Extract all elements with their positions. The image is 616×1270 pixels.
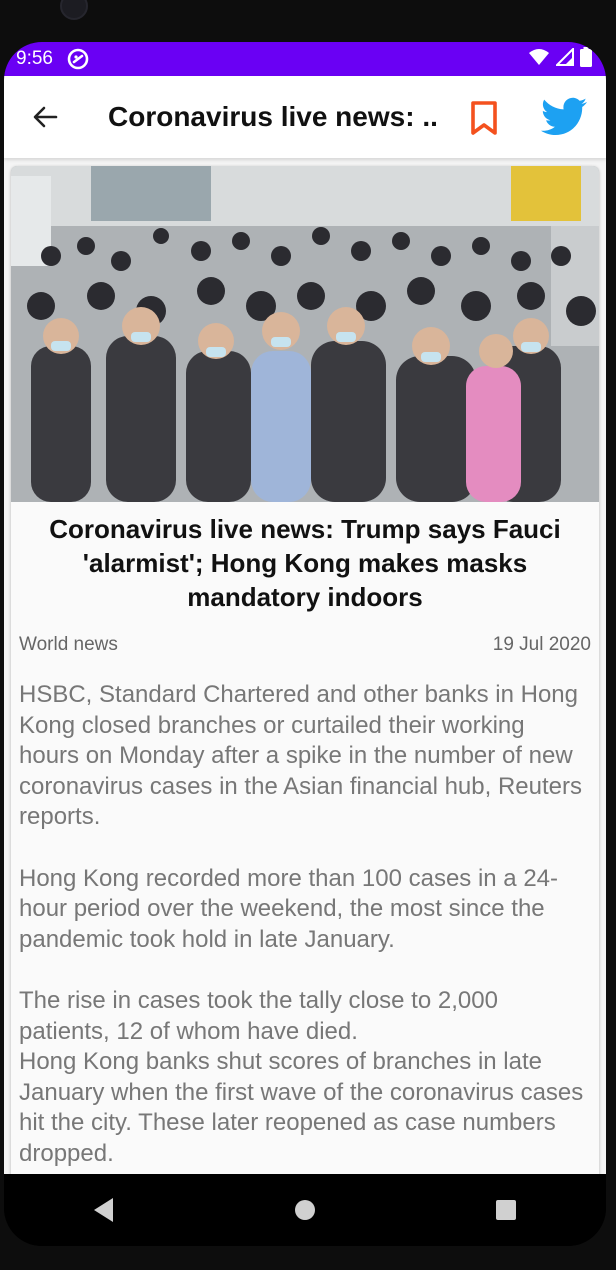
app-notification-icon	[67, 48, 89, 70]
battery-icon	[580, 46, 592, 72]
arrow-left-icon[interactable]	[30, 102, 60, 132]
status-icons	[528, 46, 592, 72]
article-headline: Coronavirus live news: Trump says Fauci …	[49, 514, 561, 612]
page-title: Coronavirus live news: ...	[108, 101, 438, 132]
article-section: World news	[19, 634, 118, 655]
status-bar: 9:56	[4, 42, 606, 76]
wifi-icon	[528, 48, 550, 71]
front-camera	[60, 0, 88, 20]
app-bar: Coronavirus live news: ...	[4, 76, 606, 158]
article-body: HSBC, Standard Chartered and other banks…	[19, 681, 584, 1167]
recents-square-icon[interactable]	[476, 1180, 536, 1240]
article-scroll-area[interactable]: Coronavirus live news: Trump says Fauci …	[4, 158, 606, 1174]
article-card: Coronavirus live news: Trump says Fauci …	[11, 166, 599, 1174]
status-time: 9:56	[16, 48, 53, 69]
home-circle-icon[interactable]	[275, 1180, 335, 1240]
bookmark-outline-icon[interactable]	[467, 100, 501, 136]
crowd-photo	[11, 166, 599, 502]
twitter-bird-icon[interactable]	[540, 96, 588, 138]
article-date: 19 Jul 2020	[492, 634, 591, 655]
system-nav-bar	[4, 1174, 606, 1246]
cellular-signal-icon	[554, 46, 574, 71]
phone-screen: 9:56 Coronavirus live news: ... Coronavi…	[4, 42, 606, 1246]
back-triangle-icon[interactable]	[74, 1180, 134, 1240]
